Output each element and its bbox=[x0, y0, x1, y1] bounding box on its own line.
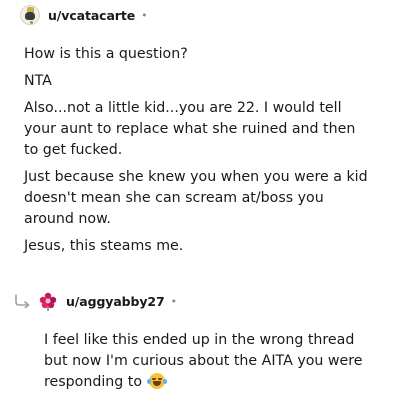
avatar-flower-icon bbox=[39, 292, 57, 311]
comment-text: I feel like this ended up in the wrong t… bbox=[44, 332, 363, 390]
comment-header: u/vcatacarte • bbox=[0, 0, 400, 30]
avatar-face bbox=[25, 12, 35, 20]
separator-dot: • bbox=[141, 8, 148, 22]
comment-header: u/aggyabby27 • bbox=[0, 286, 400, 316]
comment-reply: u/aggyabby27 • I feel like this ended up… bbox=[0, 286, 400, 390]
comment-body: I feel like this ended up in the wrong t… bbox=[44, 330, 380, 399]
avatar-accent bbox=[30, 21, 33, 24]
comment-paragraph: I feel like this ended up in the wrong t… bbox=[44, 330, 380, 393]
comment-paragraph: Also...not a little kid...you are 22. I … bbox=[24, 100, 356, 158]
username-link[interactable]: u/vcatacarte bbox=[48, 8, 135, 23]
comment-body: How is this a question? NTA Also...not a… bbox=[24, 44, 374, 263]
comment-paragraph: Just because she knew you when you were … bbox=[24, 169, 368, 227]
comment-paragraph: Jesus, this steams me. bbox=[24, 238, 184, 254]
separator-dot: • bbox=[170, 294, 178, 308]
comment-paragraph: NTA bbox=[24, 73, 52, 89]
user-avatar[interactable] bbox=[20, 5, 40, 25]
comment-paragraph: How is this a question? bbox=[24, 46, 188, 62]
face-with-tears-of-joy-icon bbox=[146, 373, 167, 389]
username-link[interactable]: u/aggyabby27 bbox=[66, 294, 165, 309]
reply-arrow-icon bbox=[15, 294, 30, 308]
user-avatar[interactable] bbox=[38, 291, 58, 311]
comment: u/vcatacarte • How is this a question? N… bbox=[0, 0, 400, 254]
